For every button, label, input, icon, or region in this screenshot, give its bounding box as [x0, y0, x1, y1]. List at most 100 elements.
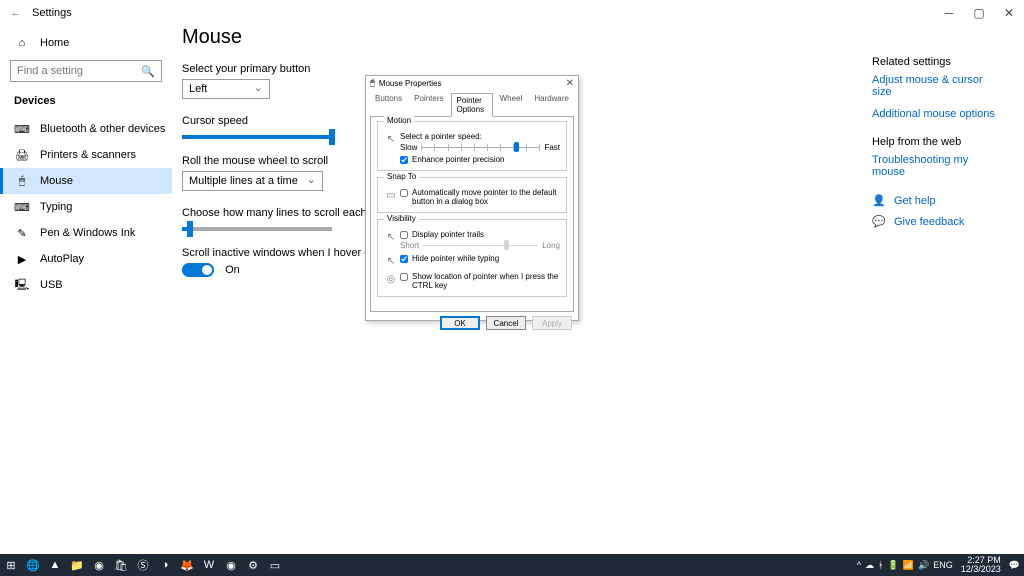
sidebar-home[interactable]: ⌂ Home	[0, 30, 172, 56]
close-button[interactable]: ✕	[994, 0, 1024, 26]
sidebar-item-label: USB	[40, 279, 63, 291]
ctrl-location-checkbox[interactable]: Show location of pointer when I press th…	[400, 272, 560, 290]
dialog-close-button[interactable]: ✕	[566, 78, 574, 89]
hide-typing-checkbox[interactable]: Hide pointer while typing	[400, 254, 499, 263]
scroll-lines-slider[interactable]	[182, 227, 332, 231]
inactive-windows-toggle[interactable]	[182, 263, 214, 277]
enhance-precision-checkbox[interactable]: Enhance pointer precision	[400, 155, 560, 164]
long-label: Long	[542, 241, 560, 250]
printer-icon: 🖨	[14, 149, 30, 162]
cancel-button[interactable]: Cancel	[486, 316, 526, 330]
adjust-mouse-link[interactable]: Adjust mouse & cursor size	[872, 74, 1002, 98]
tab-wheel[interactable]: Wheel	[495, 92, 528, 116]
play-icon: ▶	[14, 253, 30, 266]
tray-lang[interactable]: ENG	[933, 560, 953, 570]
minimize-button[interactable]: ─	[934, 0, 964, 26]
pointer-icon: ↖	[384, 132, 398, 146]
related-heading: Related settings	[872, 56, 1002, 68]
trails-checkbox[interactable]: Display pointer trails	[400, 230, 560, 239]
sidebar-home-label: Home	[40, 37, 69, 49]
tab-hardware[interactable]: Hardware	[529, 92, 574, 116]
sidebar-item-printers[interactable]: 🖨Printers & scanners	[0, 142, 172, 168]
scroll-wheel-select[interactable]: Multiple lines at a time	[182, 171, 323, 191]
taskbar-skype-icon[interactable]: Ⓢ	[132, 554, 154, 576]
chevron-up-icon[interactable]: ^	[857, 560, 861, 570]
sidebar-item-label: Bluetooth & other devices	[40, 123, 165, 135]
dialog-buttons: OK Cancel Apply	[366, 316, 578, 334]
sidebar-item-mouse[interactable]: 🖱Mouse	[0, 168, 172, 194]
enhance-precision-label: Enhance pointer precision	[412, 155, 505, 164]
start-button[interactable]: ⊞	[0, 554, 22, 576]
ok-button[interactable]: OK	[440, 316, 480, 330]
taskbar-steam-icon[interactable]: ◑	[154, 554, 176, 576]
help-icon: 👤	[872, 194, 886, 207]
dialog-titlebar[interactable]: 🖱 Mouse Properties ✕	[366, 76, 578, 90]
tray-wifi-icon[interactable]: 📶	[903, 560, 914, 571]
sidebar-item-pen[interactable]: ✎Pen & Windows Ink	[0, 220, 172, 246]
back-button[interactable]: ←	[6, 3, 26, 23]
tray-notifications-icon[interactable]: 💬	[1009, 560, 1020, 571]
additional-options-link[interactable]: Additional mouse options	[872, 108, 1002, 120]
taskbar-app-icon[interactable]: ▭	[264, 554, 286, 576]
primary-button-select[interactable]: Left	[182, 79, 270, 99]
search-placeholder: Find a setting	[17, 65, 83, 77]
taskbar-firefox-icon[interactable]: 🦊	[176, 554, 198, 576]
mouse-properties-dialog: 🖱 Mouse Properties ✕ Buttons Pointers Po…	[365, 75, 579, 321]
taskbar-settings-icon[interactable]: ⚙	[242, 554, 264, 576]
system-tray[interactable]: ^ ☁ ᚼ 🔋 📶 🔊 ENG 2:27 PM 12/3/2023 💬	[857, 556, 1024, 574]
sidebar-section-devices: Devices	[0, 88, 172, 114]
maximize-button[interactable]: ▢	[964, 0, 994, 26]
search-input[interactable]: Find a setting 🔍	[10, 60, 162, 82]
ctrl-icon: ◎	[384, 272, 398, 286]
taskbar-store-icon[interactable]: 🛍	[110, 554, 132, 576]
tray-clock[interactable]: 2:27 PM 12/3/2023	[957, 556, 1005, 574]
fast-label: Fast	[544, 143, 560, 152]
page-title: Mouse	[182, 26, 1024, 49]
taskbar-discord-icon[interactable]: ◉	[88, 554, 110, 576]
tab-pointer-options[interactable]: Pointer Options	[451, 93, 493, 117]
taskbar-word-icon[interactable]: W	[198, 554, 220, 576]
tray-date: 12/3/2023	[961, 565, 1001, 574]
taskbar-explorer-icon[interactable]: 📁	[66, 554, 88, 576]
tab-buttons[interactable]: Buttons	[370, 92, 407, 116]
sidebar-item-autoplay[interactable]: ▶AutoPlay	[0, 246, 172, 272]
scroll-wheel-value: Multiple lines at a time	[189, 175, 298, 187]
cursor-speed-slider[interactable]	[182, 135, 332, 139]
snapto-label: Automatically move pointer to the defaul…	[412, 188, 560, 206]
get-help-link[interactable]: 👤Get help	[872, 194, 1002, 207]
snapto-checkbox[interactable]: Automatically move pointer to the defaul…	[400, 188, 560, 206]
tray-cloud-icon[interactable]: ☁	[865, 560, 874, 571]
feedback-link[interactable]: 💬Give feedback	[872, 215, 1002, 228]
sidebar: ⌂ Home Find a setting 🔍 Devices ⌨ Bluetoo…	[0, 26, 172, 554]
troubleshoot-link[interactable]: Troubleshooting my mouse	[872, 154, 1002, 178]
taskbar-vlc-icon[interactable]: ▲	[44, 554, 66, 576]
trails-label: Display pointer trails	[412, 230, 484, 239]
motion-group: Motion ↖ Select a pointer speed: Slow Fa…	[377, 121, 567, 171]
pen-icon: ✎	[14, 227, 30, 240]
search-icon: 🔍	[141, 65, 155, 78]
sidebar-item-typing[interactable]: ⌨Typing	[0, 194, 172, 220]
tray-bluetooth-icon[interactable]: ᚼ	[878, 560, 883, 570]
apply-button[interactable]: Apply	[532, 316, 572, 330]
sidebar-item-usb[interactable]: 🖳USB	[0, 272, 172, 298]
inactive-windows-state: On	[225, 264, 240, 276]
visibility-legend: Visibility	[384, 214, 419, 223]
tab-pointers[interactable]: Pointers	[409, 92, 448, 116]
tray-volume-icon[interactable]: 🔊	[918, 560, 929, 571]
tray-battery-icon[interactable]: 🔋	[888, 560, 899, 571]
taskbar-chrome-icon[interactable]: ◉	[220, 554, 242, 576]
mouse-small-icon: 🖱	[370, 78, 375, 88]
dialog-title: Mouse Properties	[379, 79, 442, 88]
sidebar-item-bluetooth[interactable]: ⌨ Bluetooth & other devices	[0, 116, 172, 142]
pointer-speed-label: Select a pointer speed:	[400, 132, 560, 141]
visibility-group: Visibility ↖ Display pointer trails Shor…	[377, 219, 567, 297]
sidebar-item-label: Mouse	[40, 175, 73, 187]
taskbar-edge-icon[interactable]: 🌐	[22, 554, 44, 576]
window-titlebar: ← Settings ─ ▢ ✕	[0, 0, 1024, 26]
feedback-icon: 💬	[872, 215, 886, 228]
pointer-speed-slider[interactable]: Slow Fast	[400, 143, 560, 152]
slow-label: Slow	[400, 143, 417, 152]
snapto-group: Snap To ▭ Automatically move pointer to …	[377, 177, 567, 213]
keyboard-icon: ⌨	[14, 123, 30, 136]
typing-icon: ⌨	[14, 201, 30, 214]
